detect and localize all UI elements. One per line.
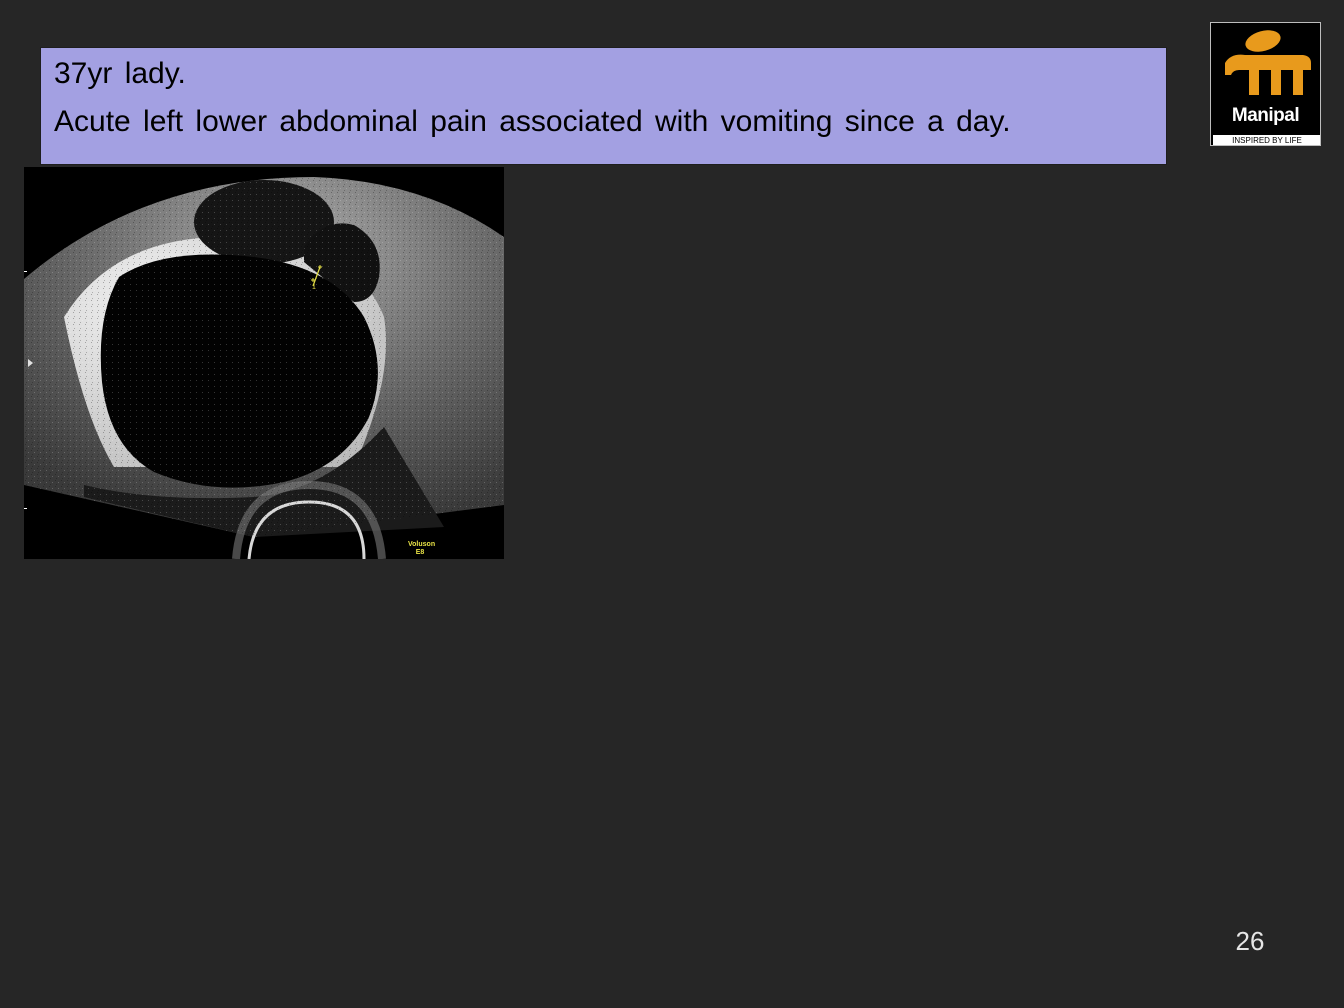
ultrasound-image: 1 Voluson E8 xyxy=(24,167,504,559)
case-description-box: 37yr lady. Acute left lower abdominal pa… xyxy=(40,47,1167,165)
caliper-label: 1 xyxy=(312,284,316,291)
logo-tagline: INSPIRED BY LIFE xyxy=(1213,135,1320,145)
scanner-brand-name: Voluson xyxy=(408,541,436,548)
manipal-logo-icon xyxy=(1225,30,1311,95)
scanner-brand-model: E8 xyxy=(415,549,425,556)
case-patient-line: 37yr lady. xyxy=(54,57,186,90)
manipal-logo: Manipal INSPIRED BY LIFE xyxy=(1210,22,1321,146)
ultrasound-scan-graphic: 1 xyxy=(24,177,504,559)
logo-wordmark: Manipal xyxy=(1231,105,1300,126)
scanner-brand: Voluson E8 xyxy=(408,541,436,557)
page-number: 26 xyxy=(1235,926,1265,956)
case-complaint-line: Acute left lower abdominal pain associat… xyxy=(54,105,1011,138)
